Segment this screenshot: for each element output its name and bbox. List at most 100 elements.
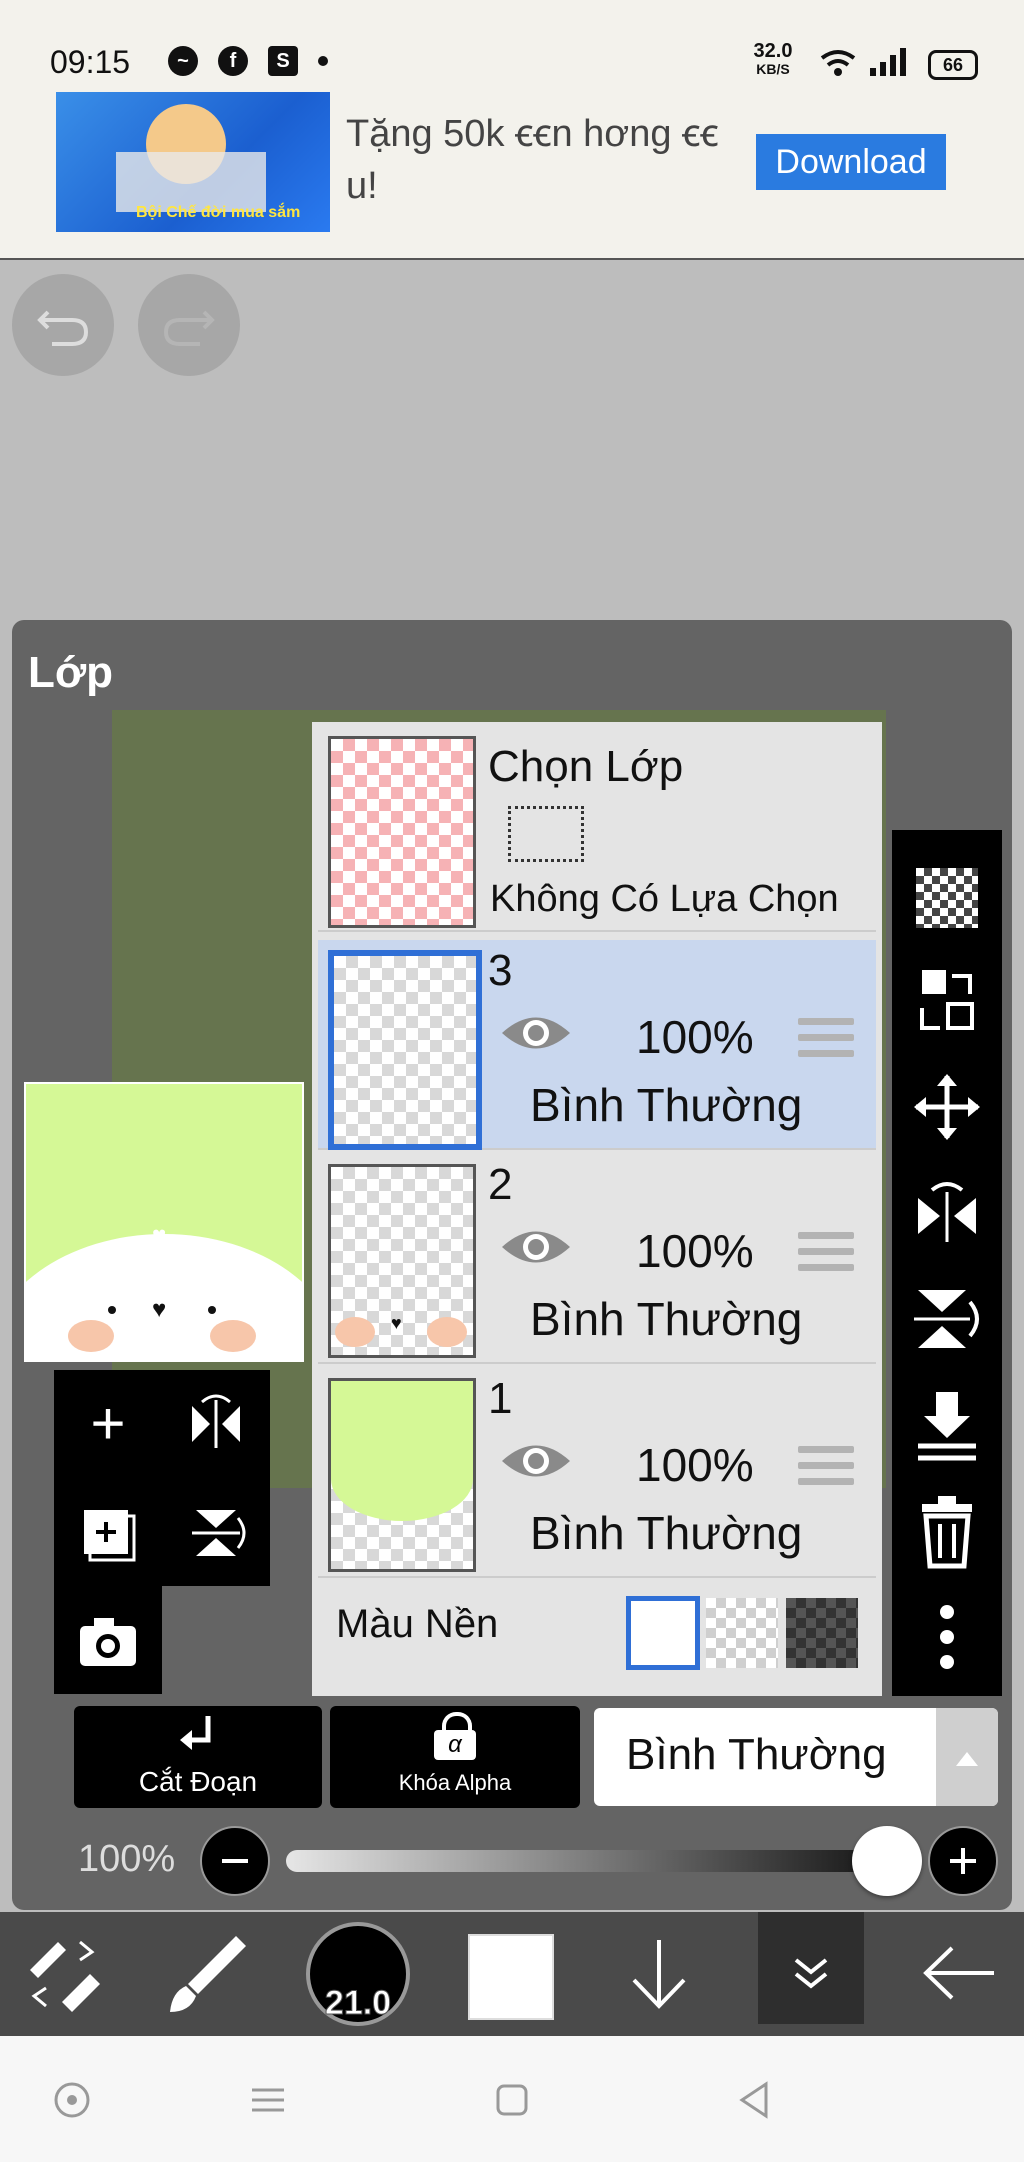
drag-handle-icon[interactable] <box>798 1446 854 1490</box>
flip-vertical-side-button[interactable] <box>892 1274 1002 1364</box>
ad-products <box>116 152 266 212</box>
swap-icon <box>920 970 974 1030</box>
assistant-nav-icon[interactable] <box>52 2080 92 2120</box>
opacity-slider-track[interactable] <box>286 1850 896 1872</box>
layers-panel-toggle-button[interactable] <box>758 1912 864 2024</box>
flip-vertical-icon <box>914 1290 979 1348</box>
merge-down-button[interactable] <box>892 1380 1002 1470</box>
panel-title: Lớp <box>28 648 114 697</box>
net-speed-value: 32.0 <box>753 40 793 62</box>
layer-row-2[interactable]: ♥ 2 100% Bình Thường <box>318 1154 876 1364</box>
flip-vertical-button[interactable] <box>162 1478 270 1586</box>
bg-color-white[interactable] <box>626 1596 700 1670</box>
trash-icon <box>922 1496 972 1569</box>
blend-mode-select[interactable]: Bình Thường <box>594 1708 998 1806</box>
lock-icon: α <box>434 1712 476 1760</box>
alpha-symbol: α <box>434 1730 476 1760</box>
flip-horizontal-side-button[interactable] <box>892 1168 1002 1258</box>
home-nav-icon[interactable] <box>492 2080 532 2120</box>
pen-eraser-swap-icon <box>30 1940 100 2012</box>
minus-icon <box>222 1859 248 1863</box>
redo-button[interactable] <box>138 274 240 376</box>
duplicate-layer-button[interactable] <box>54 1478 162 1586</box>
ad-image[interactable]: Bội Chế đời mua sắm <box>56 92 330 232</box>
bg-color-transparent[interactable] <box>706 1598 778 1668</box>
plus-icon <box>950 1848 976 1874</box>
preview-eye-right <box>208 1306 216 1314</box>
layer-down-button[interactable] <box>616 1930 702 2016</box>
color-swatch-button[interactable] <box>468 1934 554 2020</box>
preview-heart-icon: ♥ <box>152 1222 167 1249</box>
visibility-eye-icon[interactable] <box>500 1010 572 1056</box>
shopee-icon: S <box>268 46 298 76</box>
back-nav-icon[interactable] <box>734 2080 774 2120</box>
layer-row-1[interactable]: 1 100% Bình Thường <box>318 1368 876 1578</box>
ad-download-button[interactable]: Download <box>756 134 946 190</box>
merge-down-icon <box>918 1392 976 1461</box>
thumb-blush-left <box>335 1317 375 1347</box>
preview-blush-left <box>68 1320 114 1352</box>
more-options-button[interactable] <box>892 1592 1002 1682</box>
bg-color-dark-checker[interactable] <box>786 1598 858 1668</box>
brush-size-button[interactable]: 21.0 <box>306 1922 410 2026</box>
wifi-icon <box>820 50 856 76</box>
flip-horizontal-icon <box>192 1394 240 1448</box>
add-layer-button[interactable]: + <box>54 1370 162 1478</box>
layer-thumbnail <box>328 950 482 1150</box>
flip-vertical-icon <box>192 1510 246 1556</box>
brush-tool-button[interactable] <box>164 1930 250 2016</box>
opacity-increase-button[interactable] <box>928 1826 998 1896</box>
flip-horizontal-icon <box>918 1182 976 1242</box>
redo-icon <box>163 310 215 346</box>
drag-handle-icon[interactable] <box>798 1018 854 1062</box>
transform-tool-button[interactable] <box>20 1930 106 2016</box>
more-notifications-dot <box>318 56 328 66</box>
layer-opacity: 100% <box>636 1225 754 1277</box>
layer-opacity: 100% <box>636 1011 754 1063</box>
layer-blend-mode: Bình Thường <box>530 1079 803 1131</box>
arrow-down-icon <box>632 1940 686 2009</box>
alpha-lock-button[interactable]: α Khóa Alpha <box>330 1706 580 1808</box>
opacity-slider-thumb[interactable] <box>852 1826 922 1896</box>
blend-mode-dropdown-button[interactable] <box>936 1708 998 1806</box>
opacity-decrease-button[interactable] <box>200 1826 270 1896</box>
preview-nose-heart-icon: ♥ <box>152 1296 167 1323</box>
alpha-lock-label: Khóa Alpha <box>398 1770 512 1795</box>
visibility-eye-icon[interactable] <box>500 1224 572 1270</box>
thumb-lime-fill <box>331 1381 473 1521</box>
visibility-eye-icon[interactable] <box>500 1438 572 1484</box>
brush-size-value: 21.0 <box>324 1984 392 2023</box>
preview-blush-right <box>210 1320 256 1352</box>
clipping-icon <box>180 1716 211 1750</box>
layer-thumbnail: ♥ <box>328 1164 476 1358</box>
brush-icon <box>170 1936 246 2012</box>
menu-nav-icon[interactable] <box>248 2080 288 2120</box>
selection-layer-thumbnail <box>328 736 476 928</box>
selection-marquee-icon <box>508 806 584 862</box>
layer-thumbnail <box>328 1378 476 1572</box>
back-button[interactable] <box>914 1930 1004 2016</box>
opacity-label: 100% <box>78 1838 176 1880</box>
swap-layer-button[interactable] <box>892 956 1002 1046</box>
flip-horizontal-button[interactable] <box>162 1370 270 1478</box>
more-vertical-icon <box>940 1605 954 1669</box>
camera-button[interactable] <box>54 1586 162 1694</box>
duplicate-layer-icon <box>84 1510 136 1562</box>
layer-preview-thumbnail: ♥ ♥ <box>24 1082 304 1362</box>
drag-handle-icon[interactable] <box>798 1232 854 1276</box>
new-transparent-layer-button[interactable] <box>892 850 1002 940</box>
layer-list: Chọn Lớp Không Có Lựa Chọn 3 100% Bình T… <box>312 722 882 1696</box>
background-color-label: Màu Nền <box>336 1602 499 1646</box>
undo-button[interactable] <box>12 274 114 376</box>
battery-icon: 66 <box>928 50 978 80</box>
layer-row-3[interactable]: 3 100% Bình Thường <box>318 940 876 1150</box>
delete-layer-button[interactable] <box>892 1486 1002 1576</box>
selection-layer-row[interactable]: Chọn Lớp Không Có Lựa Chọn <box>318 730 876 932</box>
move-button[interactable] <box>892 1062 1002 1152</box>
clipping-label: Cắt Đoạn <box>138 1766 258 1797</box>
clipping-button[interactable]: Cắt Đoạn <box>74 1706 322 1808</box>
chevron-double-down-icon <box>794 1958 828 1989</box>
net-speed: 32.0 KB/S <box>752 40 794 78</box>
status-time: 09:15 <box>50 44 131 80</box>
ad-text[interactable]: Tặng 50k ꞓꞓn hơng ꞓꞓ u! <box>346 108 746 212</box>
